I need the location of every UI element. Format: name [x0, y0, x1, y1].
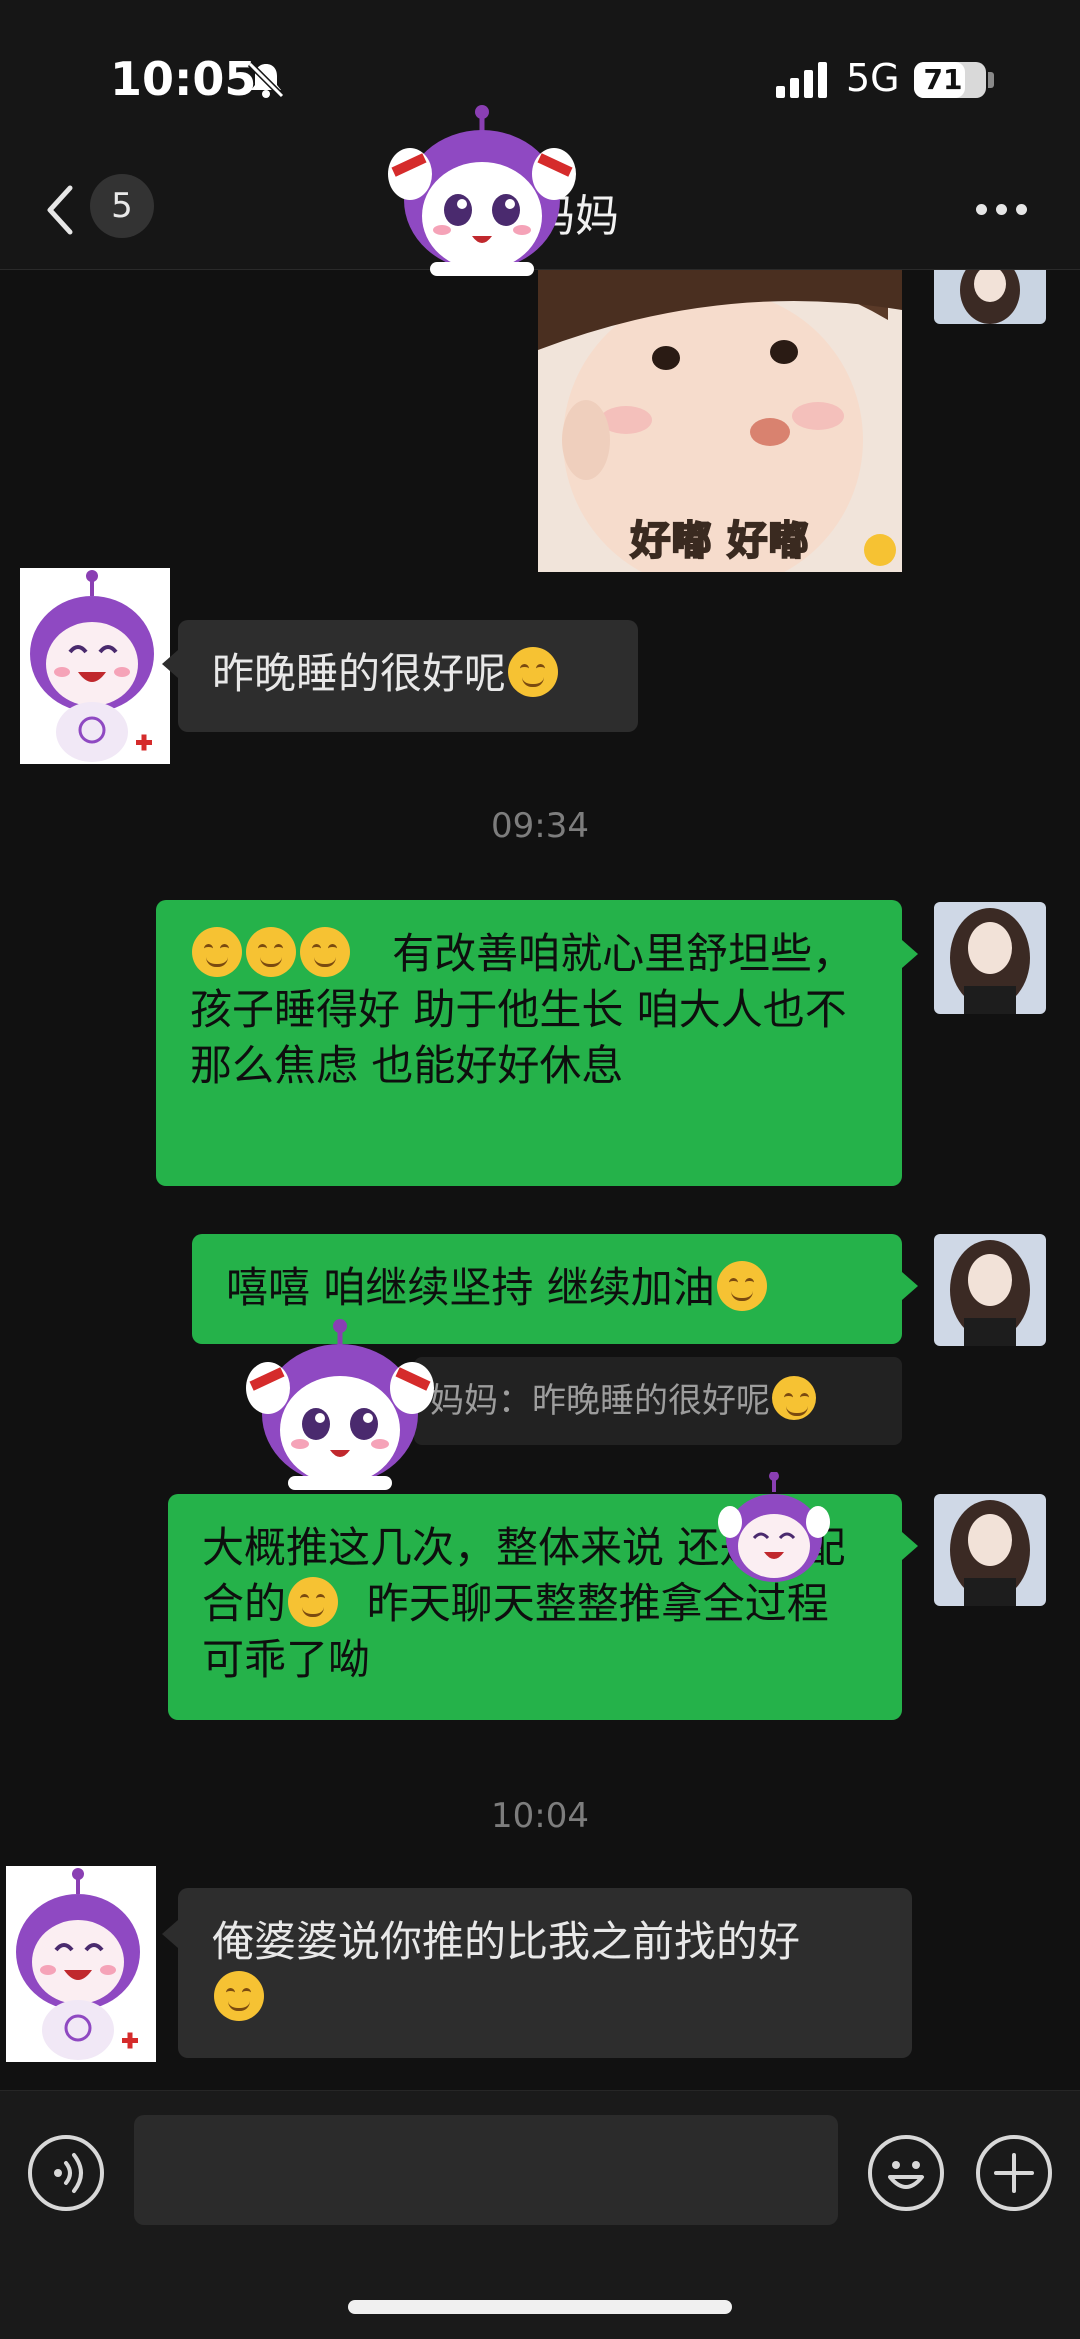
message-bubble-received[interactable]: 昨晚睡的很好呢	[178, 620, 638, 732]
thinking-emoji-icon	[508, 647, 559, 697]
mascot-sticker	[718, 1472, 830, 1582]
status-time: 10:05	[110, 52, 257, 106]
voice-icon[interactable]	[28, 2135, 104, 2211]
mascot-sticker	[388, 105, 576, 276]
bubble-tail	[902, 940, 918, 968]
mascot-sticker	[246, 1319, 434, 1490]
self-avatar[interactable]	[934, 1234, 1046, 1346]
self-avatar[interactable]	[934, 270, 1046, 324]
message-input[interactable]	[134, 2115, 838, 2225]
message-text: 嘻嘻 咱继续坚持 继续加油	[226, 1263, 715, 1312]
quoted-message[interactable]: 妈妈：昨晚睡的很好呢	[414, 1357, 902, 1445]
smile-emoji-icon	[300, 927, 350, 977]
battery-icon: 71	[914, 62, 986, 98]
emoji-icon[interactable]	[868, 2135, 944, 2211]
smile-emoji-icon	[246, 927, 296, 977]
grin-emoji-icon	[214, 1971, 264, 2021]
bubble-tail	[902, 1532, 918, 1560]
fist-emoji-icon	[716, 1261, 767, 1311]
quote-text: 妈妈：昨晚睡的很好呢	[430, 1381, 770, 1421]
plus-icon[interactable]	[976, 2135, 1052, 2211]
battery-level: 71	[923, 63, 963, 96]
smile-emoji-icon	[288, 1577, 339, 1627]
image-message[interactable]: 好嘟 好嘟	[538, 270, 902, 572]
more-icon[interactable]	[976, 204, 1028, 218]
photo-caption: 好嘟 好嘟	[630, 517, 810, 565]
message-bubble-received[interactable]: 俺婆婆说你推的比我之前找的好	[178, 1888, 912, 2058]
self-avatar[interactable]	[934, 1494, 1046, 1606]
battery-cap	[988, 72, 994, 88]
bubble-tail	[162, 1920, 178, 1948]
bubble-tail	[162, 650, 178, 678]
message-text: 俺婆婆说你推的比我之前找的好	[212, 1917, 801, 1966]
signal-icon	[776, 62, 827, 98]
smile-emoji-icon	[192, 927, 242, 977]
network-type: 5G	[846, 56, 900, 100]
bell-off-icon	[247, 61, 285, 99]
timestamp: 09:34	[491, 806, 589, 846]
message-text: 昨晚睡的很好呢	[212, 649, 507, 698]
message-bubble-sent[interactable]: 有改善咱就心里舒坦些，孩子睡得好 助于他生长 咱大人也不那么焦虑 也能好好休息	[156, 900, 902, 1186]
self-avatar[interactable]	[934, 902, 1046, 1014]
contact-avatar[interactable]	[20, 568, 170, 764]
bubble-tail	[902, 1272, 918, 1300]
thinking-emoji-icon	[772, 1376, 816, 1420]
home-indicator[interactable]	[348, 2300, 732, 2314]
timestamp: 10:04	[491, 1796, 589, 1836]
contact-avatar[interactable]	[6, 1866, 156, 2062]
